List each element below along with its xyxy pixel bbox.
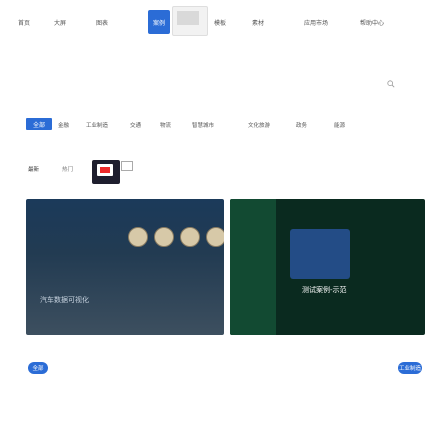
category-bar: 全部 金融 工业制造 交通 物流 智慧城市 文化旅游 政务 能源 bbox=[0, 118, 442, 134]
nav-item-chart[interactable]: 图表 bbox=[96, 18, 108, 27]
category-item[interactable]: 物流 bbox=[160, 121, 171, 129]
brand-logo-icon bbox=[154, 227, 174, 247]
nav-item-market[interactable]: 应用市场 bbox=[304, 18, 328, 27]
nav-item-screen[interactable]: 大屏 bbox=[54, 18, 66, 27]
grid-view-icon[interactable] bbox=[121, 161, 133, 171]
top-nav: 首页 大屏 图表 案例 模板 素材 应用市场 帮助中心 bbox=[0, 0, 442, 40]
nav-item-home[interactable]: 首页 bbox=[18, 18, 30, 27]
case-card[interactable]: 汽车数据可视化 bbox=[26, 199, 224, 335]
filter-hot[interactable]: 热门 bbox=[62, 165, 73, 173]
search-icon[interactable] bbox=[387, 80, 395, 88]
category-item[interactable]: 文化旅游 bbox=[248, 121, 270, 129]
category-item[interactable]: 交通 bbox=[130, 121, 141, 129]
brand-logo-icon bbox=[206, 227, 224, 247]
category-all[interactable]: 全部 bbox=[26, 118, 52, 130]
nav-item-case[interactable]: 案例 bbox=[148, 10, 170, 34]
nav-thumbnail bbox=[172, 6, 208, 36]
card-title: 汽车数据可视化 bbox=[40, 296, 89, 304]
card-thumbnail bbox=[230, 199, 276, 335]
card-title: 测试案例-示范 bbox=[302, 286, 347, 294]
tag-badge[interactable]: 工业制造 bbox=[398, 362, 422, 374]
category-item[interactable]: 能源 bbox=[334, 121, 345, 129]
brand-logos bbox=[128, 227, 224, 247]
tag-badge[interactable]: 全部 bbox=[28, 362, 48, 374]
category-item[interactable]: 工业制造 bbox=[86, 121, 108, 129]
nav-item-material[interactable]: 素材 bbox=[252, 18, 264, 27]
case-thumbnail-icon bbox=[92, 160, 120, 184]
brand-logo-icon bbox=[180, 227, 200, 247]
brand-logo-icon bbox=[128, 227, 148, 247]
case-card[interactable]: 测试案例-示范 bbox=[230, 199, 425, 335]
filter-latest[interactable]: 最新 bbox=[28, 165, 39, 173]
illustration bbox=[290, 229, 350, 279]
category-item[interactable]: 政务 bbox=[296, 121, 307, 129]
nav-item-help[interactable]: 帮助中心 bbox=[360, 18, 384, 27]
category-item[interactable]: 智慧城市 bbox=[192, 121, 214, 129]
nav-item-template[interactable]: 模板 bbox=[214, 18, 226, 27]
category-item[interactable]: 金融 bbox=[58, 121, 69, 129]
